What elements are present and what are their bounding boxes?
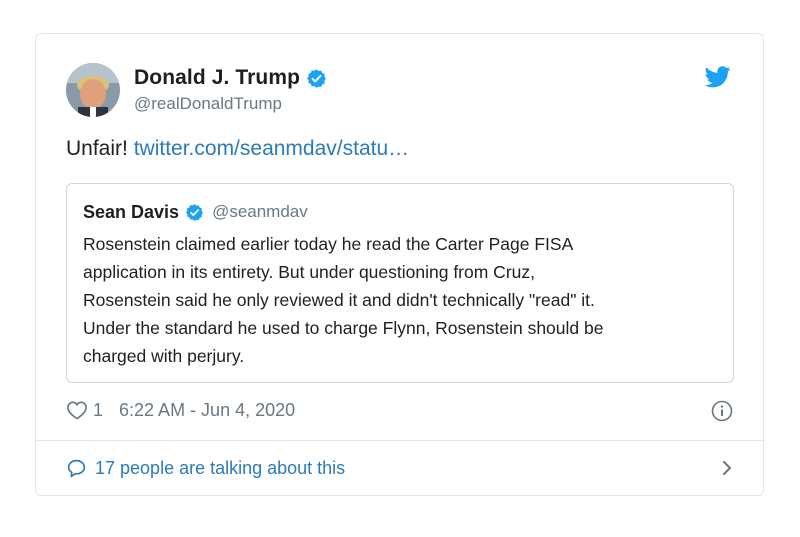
verified-badge-icon [185,203,204,222]
author-handle[interactable]: @realDonaldTrump [134,94,327,114]
quoted-tweet-text: Rosenstein claimed earlier today he read… [83,234,604,366]
info-icon[interactable] [711,400,733,422]
tweet-timestamp[interactable]: 6:22 AM - Jun 4, 2020 [119,400,295,421]
tweet-link[interactable]: twitter.com/seanmdav/statu… [134,137,409,160]
tweet-text: Unfair! twitter.com/seanmdav/statu… [66,137,409,161]
verified-badge-icon [306,68,327,89]
heart-icon[interactable] [66,400,88,420]
quoted-tweet[interactable]: Sean Davis @seanmdav Rosenstein claimed … [66,183,734,383]
quoted-author-name: Sean Davis [83,201,180,222]
author-display-name[interactable]: Donald J. Trump [134,66,300,90]
avatar[interactable] [66,63,120,117]
conversation-count-text: 17 people are talking about this [95,457,346,478]
tweet-text-prefix: Unfair! [66,137,128,160]
tweet-header: Donald J. Trump @realDonaldTrump [66,62,327,118]
conversation-link[interactable]: 17 people are talking about this [66,456,734,480]
tweet-card: Donald J. Trump @realDonaldTrump Unfair!… [35,33,764,496]
chevron-right-icon [720,458,734,478]
tweet-meta: 1 6:22 AM - Jun 4, 2020 [66,398,736,422]
like-count[interactable]: 1 [93,400,103,421]
speech-bubble-icon [66,458,87,479]
author-info: Donald J. Trump @realDonaldTrump [134,66,327,114]
divider [36,440,763,441]
twitter-bird-icon[interactable] [704,66,731,88]
quoted-author-handle: @seanmdav [212,202,308,221]
